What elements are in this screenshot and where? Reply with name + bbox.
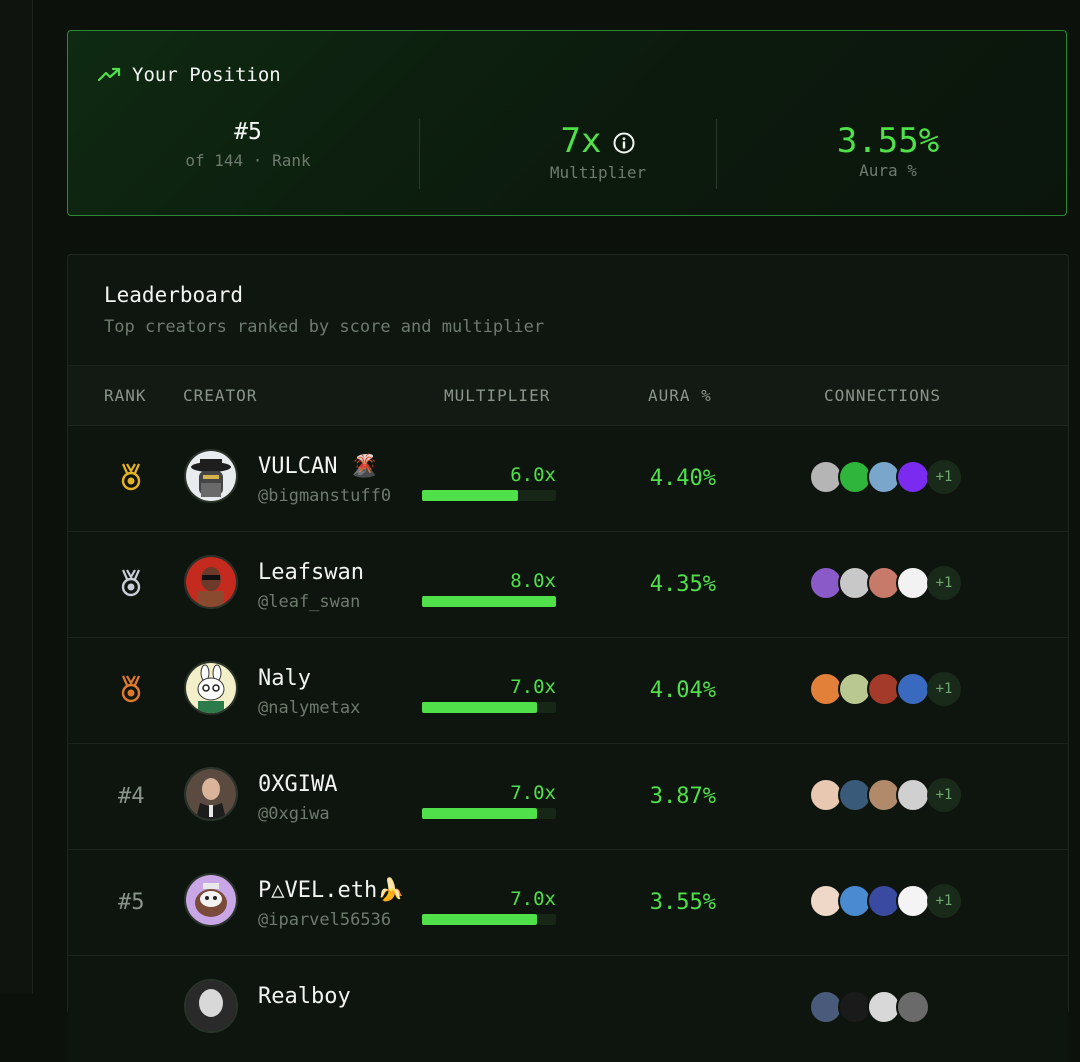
avatar[interactable] — [184, 873, 238, 927]
multiplier-bar — [422, 702, 556, 713]
rank-stat: #5 of 144 · Rank — [148, 119, 348, 170]
connection-avatar[interactable] — [896, 566, 930, 600]
aura-value: 4.04% — [649, 678, 716, 703]
multiplier-bar-fill — [422, 490, 519, 501]
multiplier-stat: 7x Multiplier — [468, 121, 728, 182]
table-row[interactable]: Naly @nalymetax 7.0x 4.04% +1 — [68, 637, 1068, 744]
creator-handle: @nalymetax — [258, 698, 361, 718]
multiplier-value: 7.0x — [510, 888, 556, 910]
multiplier-value: 6.0x — [510, 464, 556, 486]
aura-label: Aura % — [859, 161, 917, 180]
position-title-label: Your Position — [132, 64, 281, 86]
connection-avatar[interactable] — [896, 778, 930, 812]
avatar[interactable] — [184, 979, 238, 1033]
creator-handle: @bigmanstuff0 — [258, 486, 392, 506]
avatar[interactable] — [184, 661, 238, 715]
connections-more[interactable]: +1 — [927, 460, 961, 494]
creator-name[interactable]: P△VEL.eth🍌 — [258, 878, 405, 903]
col-aura: AURA % — [648, 386, 712, 405]
creator-name[interactable]: Realboy — [258, 984, 351, 1009]
multiplier-bar — [422, 914, 556, 925]
table-header: RANK CREATOR MULTIPLIER AURA % CONNECTIO… — [68, 365, 1068, 426]
connections-more[interactable]: +1 — [927, 566, 961, 600]
aura-value: 3.55% — [836, 121, 940, 161]
multiplier-bar-fill — [422, 914, 538, 925]
your-position-card: Your Position #5 of 144 · Rank 7x Multip… — [67, 30, 1067, 216]
aura-value: 4.40% — [649, 466, 716, 491]
table-row[interactable]: Leafswan @leaf_swan 8.0x 4.35% +1 — [68, 531, 1068, 638]
silver-medal-icon — [116, 568, 146, 602]
multiplier-value: 8.0x — [510, 570, 556, 592]
leaderboard-card: Leaderboard Top creators ranked by score… — [67, 254, 1069, 1062]
creator-handle: @0xgiwa — [258, 804, 330, 824]
gold-medal-icon — [116, 462, 146, 496]
table-row[interactable]: VULCAN 🌋 @bigmanstuff0 6.0x 4.40% +1 — [68, 425, 1068, 532]
multiplier-bar-fill — [422, 808, 538, 819]
connections-more[interactable]: +1 — [927, 884, 961, 918]
creator-name[interactable]: VULCAN 🌋 — [258, 454, 378, 479]
creator-name[interactable]: Leafswan — [258, 560, 364, 585]
bronze-medal-icon — [116, 674, 146, 708]
stat-divider — [419, 119, 420, 189]
creator-handle: @leaf_swan — [258, 592, 361, 612]
multiplier-bar — [422, 596, 556, 607]
position-title: Your Position — [98, 64, 281, 86]
connection-avatar[interactable] — [896, 672, 930, 706]
aura-value: 4.35% — [649, 572, 716, 597]
table-row[interactable]: Realboy — [68, 955, 1068, 1062]
multiplier-value: 7.0x — [510, 676, 556, 698]
aura-value: 3.87% — [649, 784, 716, 809]
avatar[interactable] — [184, 449, 238, 503]
connection-avatar[interactable] — [896, 460, 930, 494]
rank-value: #5 — [234, 119, 262, 145]
multiplier-bar-fill — [422, 596, 556, 607]
col-rank: RANK — [104, 386, 147, 405]
col-creator: CREATOR — [183, 386, 258, 405]
table-row[interactable]: #4 0XGIWA @0xgiwa 7.0x 3.87% +1 — [68, 743, 1068, 850]
stat-divider — [716, 119, 717, 189]
leaderboard-title: Leaderboard — [104, 283, 244, 307]
avatar[interactable] — [184, 555, 238, 609]
multiplier-bar — [422, 808, 556, 819]
table-row[interactable]: #5 P△VEL.eth🍌 @iparvel56536 7.0x 3.55% +… — [68, 849, 1068, 956]
rank-subtext: of 144 · Rank — [185, 151, 311, 170]
trending-up-icon — [98, 67, 121, 82]
left-sidebar-rail — [0, 0, 33, 994]
col-multiplier: MULTIPLIER — [444, 386, 551, 405]
connection-avatar[interactable] — [896, 990, 930, 1024]
multiplier-value: 7.0x — [510, 782, 556, 804]
connection-avatar[interactable] — [896, 884, 930, 918]
avatar[interactable] — [184, 767, 238, 821]
leaderboard-subtitle: Top creators ranked by score and multipl… — [104, 317, 545, 337]
rank-number: #5 — [118, 890, 145, 915]
creator-handle: @iparvel56536 — [258, 910, 392, 930]
connections-more[interactable]: +1 — [927, 672, 961, 706]
multiplier-label: Multiplier — [549, 162, 647, 182]
connections-more[interactable]: +1 — [927, 778, 961, 812]
col-connections: CONNECTIONS — [824, 386, 941, 405]
multiplier-bar — [422, 490, 556, 501]
multiplier-value-wrap: 7x — [468, 121, 728, 163]
aura-stat: 3.55% Aura % — [788, 121, 988, 180]
multiplier-value: 7x — [560, 121, 602, 161]
creator-name[interactable]: Naly — [258, 666, 311, 691]
info-icon[interactable] — [613, 123, 635, 163]
rank-number: #4 — [118, 784, 145, 809]
aura-value: 3.55% — [649, 890, 716, 915]
creator-name[interactable]: 0XGIWA — [258, 772, 337, 797]
multiplier-bar-fill — [422, 702, 538, 713]
